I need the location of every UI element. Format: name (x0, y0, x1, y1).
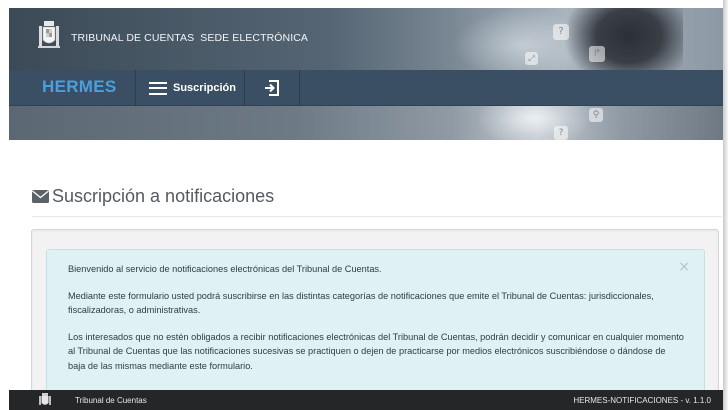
coat-of-arms-logo (38, 21, 60, 48)
menu-suscripcion-label: Suscripción (173, 82, 236, 94)
footer-version: HERMES-NOTIFICACIONES - v. 1.1.0 (573, 396, 711, 405)
heading-divider (32, 216, 722, 217)
banner-photo (563, 8, 683, 70)
page-footer: Tribunal de Cuentas HERMES-NOTIFICACIONE… (9, 390, 723, 410)
alert-paragraph: Los interesados que no estén obligados a… (68, 331, 684, 371)
question-icon: ? (553, 24, 569, 40)
info-alert: × Bienvenido al servicio de notificacion… (46, 249, 705, 399)
alert-paragraph: Bienvenido al servicio de notificaciones… (68, 264, 382, 274)
banner-strip: ⚲ ? (9, 106, 723, 140)
envelope-icon (32, 190, 49, 203)
page-heading: Suscripción a notificaciones (32, 186, 274, 207)
nav-divider (299, 70, 300, 106)
brand-link[interactable]: HERMES (42, 77, 117, 97)
window-edge-shadow (723, 0, 728, 410)
search-icon: ⚲ (589, 108, 603, 122)
top-navbar: HERMES Suscripción (9, 70, 723, 106)
menu-suscripcion[interactable]: Suscripción (149, 70, 236, 106)
banner-title: TRIBUNAL DE CUENTAS SEDE ELECTRÓNICA (71, 32, 308, 44)
header-banner: ? ↱ ⤢ TRIBUNAL DE CUENTAS SEDE ELECTRÓNIC… (9, 8, 723, 70)
coat-of-arms-logo (39, 393, 51, 405)
nav-divider (244, 70, 245, 106)
expand-icon: ⤢ (525, 52, 538, 65)
sede-label: SEDE ELECTRÓNICA (200, 32, 309, 44)
page-title: Suscripción a notificaciones (52, 186, 275, 206)
footer-org: Tribunal de Cuentas (75, 396, 147, 405)
close-icon[interactable]: × (678, 260, 690, 275)
alert-paragraph: Mediante este formulario usted podrá sus… (68, 290, 654, 316)
sign-in-icon[interactable] (263, 79, 281, 97)
org-name: TRIBUNAL DE CUENTAS (71, 32, 195, 44)
question-icon: ? (554, 126, 568, 140)
share-icon: ↱ (589, 46, 605, 62)
menu-icon (149, 81, 167, 95)
nav-divider (135, 70, 136, 106)
banner-strip-photo (479, 106, 589, 140)
